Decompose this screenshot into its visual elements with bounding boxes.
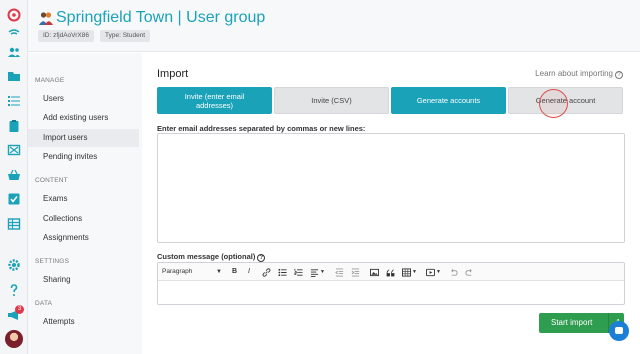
sidebar-item-users[interactable]: Users [28,90,139,108]
sidebar-item-import-users[interactable]: Import users [28,129,139,147]
block-format-value: Paragraph [162,268,193,275]
editor-toolbar: Paragraph ▼ B I ▼ ▼ ▼ [158,263,624,281]
sidebar: MANAGE Users Add existing users Import u… [28,53,142,354]
basket-icon[interactable] [5,166,23,184]
help-circle-icon: ? [615,71,623,79]
quote-icon[interactable] [386,266,395,278]
sidebar-item-collections[interactable]: Collections [28,210,139,228]
page-title: Springfield Town | User group [56,9,266,26]
bold-icon[interactable]: B [232,266,237,278]
outdent-icon[interactable] [335,266,344,278]
start-import-label: Start import [551,318,593,327]
learn-link[interactable]: Learn about importing? [535,69,623,79]
help-circle-icon: ? [257,254,266,262]
help-icon[interactable] [5,281,23,299]
clipboard-icon[interactable] [5,117,23,135]
check-icon[interactable] [5,190,23,208]
gear-icon[interactable] [5,256,23,274]
email-textarea[interactable] [157,133,625,243]
link-icon[interactable] [262,266,271,278]
tab-invite-csv[interactable]: Invite (CSV) [274,87,389,114]
main-panel: Import Learn about importing? Invite (en… [142,53,640,354]
numbered-list-icon[interactable] [294,266,303,278]
page-header: Springfield Town | User group ID: zfjdAo… [28,0,640,52]
sidebar-item-assignments[interactable]: Assignments [28,229,139,247]
message-field-label: Custom message (optional)? [157,252,266,262]
click-indicator [539,89,568,118]
table-insert-icon[interactable]: ▼ [402,266,417,278]
notification-badge: 3 [15,305,24,314]
message-editor: Paragraph ▼ B I ▼ ▼ ▼ [157,262,625,305]
tab-invite-email[interactable]: Invite (enter email addresses) [157,87,272,114]
image-icon[interactable] [370,266,379,278]
chevron-down-icon: ▼ [216,269,222,275]
undo-icon[interactable] [449,266,458,278]
group-type-chip: Type: Student [100,30,151,42]
learn-link-label: Learn about importing [535,69,613,78]
media-embed-icon[interactable]: ▼ [426,266,441,278]
sidebar-item-sharing[interactable]: Sharing [28,271,139,289]
sidebar-item-attempts[interactable]: Attempts [28,313,139,331]
sidebar-item-exams[interactable]: Exams [28,190,139,208]
section-label-manage: MANAGE [35,77,65,84]
avatar[interactable] [5,330,23,348]
users-icon[interactable] [5,43,23,61]
section-label-data: DATA [35,300,53,307]
redo-icon[interactable] [465,266,474,278]
email-field-label: Enter email addresses separated by comma… [157,124,366,133]
block-format-select[interactable]: Paragraph ▼ [162,266,224,278]
folder-icon[interactable] [5,67,23,85]
bullet-list-icon[interactable] [278,266,287,278]
editor-body[interactable] [158,281,624,304]
section-label-settings: SETTINGS [35,258,70,265]
align-icon[interactable]: ▼ [310,266,325,278]
wifi-icon [5,24,23,42]
logo-icon[interactable] [5,6,23,24]
tab-generate-accounts[interactable]: Generate accounts [391,87,506,114]
icon-rail: 3 [0,0,28,354]
message-label-text: Custom message (optional) [157,252,256,261]
indent-icon[interactable] [351,266,360,278]
media-icon[interactable] [5,141,23,159]
list-icon[interactable] [5,92,23,110]
section-label-content: CONTENT [35,177,68,184]
sidebar-item-pending-invites[interactable]: Pending invites [28,148,139,166]
italic-icon[interactable]: I [248,266,250,278]
section-heading: Import [157,68,189,80]
group-id-chip: ID: zfjdAoVrX86 [38,30,95,42]
user-group-icon [39,12,53,25]
chat-bubble-icon[interactable] [609,321,629,341]
sidebar-item-add-existing-users[interactable]: Add existing users [28,109,139,127]
table-icon[interactable] [5,215,23,233]
